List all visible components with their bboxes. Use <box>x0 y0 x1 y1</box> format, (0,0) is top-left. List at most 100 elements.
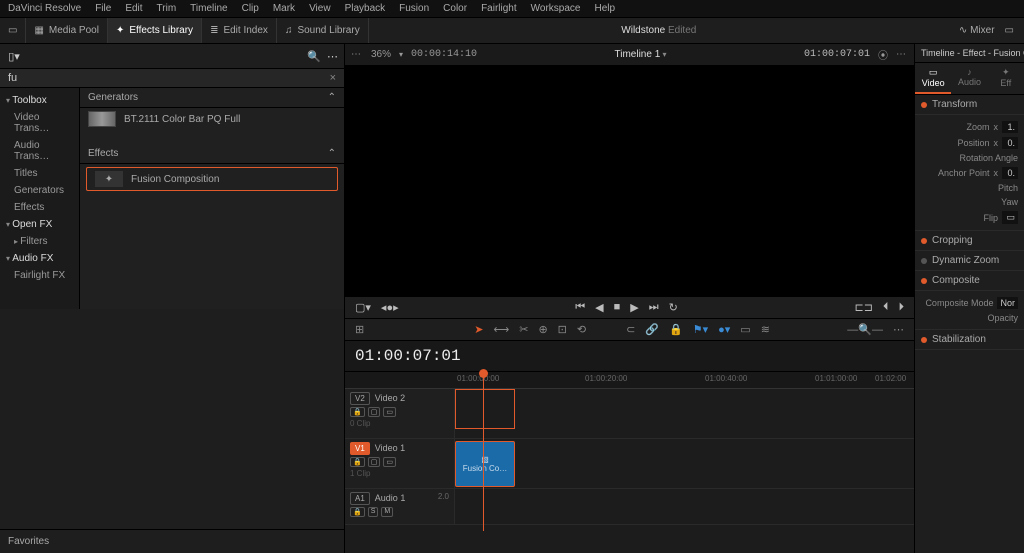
fusion-composition-item[interactable]: ✦ Fusion Composition <box>86 167 338 191</box>
track-lock-icon[interactable]: 🔒 <box>350 507 365 517</box>
in-out-icon[interactable]: ⊏⊐ <box>855 301 873 314</box>
timeline-selector[interactable]: Timeline 1 <box>615 49 667 60</box>
menu-item[interactable]: Workspace <box>531 3 581 14</box>
mark-in-button[interactable]: ⏴ <box>883 301 889 314</box>
flag-icon[interactable]: ⚑▾ <box>693 323 708 336</box>
search-icon[interactable]: 🔍 <box>307 50 321 63</box>
composite-mode[interactable]: Nor <box>997 297 1018 309</box>
menu-bar[interactable]: DaVinci Resolve File Edit Trim Timeline … <box>0 0 1024 18</box>
menu-item[interactable]: Fairlight <box>481 3 517 14</box>
generators-header[interactable]: Generators⌃ <box>80 88 344 108</box>
transform-section[interactable]: Transform <box>915 95 1024 115</box>
mark-out-button[interactable]: ⏵ <box>898 301 904 314</box>
loop-button[interactable]: ↻ <box>669 301 678 314</box>
tree-audiofx[interactable]: Audio FX <box>0 250 79 267</box>
tab-audio[interactable]: ♪Audio <box>951 63 987 94</box>
tab-video[interactable]: ▭Video <box>915 63 951 94</box>
menu-item[interactable]: Help <box>594 3 615 14</box>
program-viewer[interactable] <box>345 66 914 296</box>
viewer-more-icon[interactable]: ⋯ <box>896 49 908 60</box>
viewer-mode-icon[interactable]: ▢▾ <box>355 301 371 314</box>
link-icon[interactable]: 🔗 <box>645 323 659 336</box>
effects-search-input[interactable] <box>8 72 330 84</box>
first-frame-button[interactable]: ⏮ <box>575 301 585 314</box>
track-toggle-icon[interactable]: ▢ <box>368 457 381 467</box>
panel-menu-icon[interactable]: ▯▾ <box>6 48 22 64</box>
sound-library-button[interactable]: ♫Sound Library <box>277 18 369 43</box>
mixer-button[interactable]: ∿ Mixer <box>959 25 995 36</box>
tree-openfx[interactable]: Open FX <box>0 216 79 233</box>
panel-toggle[interactable]: ▭ <box>0 18 26 43</box>
play-button[interactable]: ▶ <box>630 301 638 314</box>
mute-button[interactable]: M <box>381 507 393 517</box>
favorites-section[interactable]: Favorites <box>0 529 344 553</box>
zoom-slider-icon[interactable]: —🔍— <box>847 323 883 336</box>
selection-tool[interactable]: ➤ <box>474 323 483 336</box>
inspector-toggle[interactable]: ▭ <box>1005 25 1014 36</box>
tree-item[interactable]: Effects <box>0 199 79 216</box>
tree-item[interactable]: Video Trans… <box>0 109 79 137</box>
playhead[interactable] <box>483 371 484 531</box>
media-pool-button[interactable]: ▦Media Pool <box>26 18 107 43</box>
solo-button[interactable]: S <box>368 507 379 517</box>
track-toggle-icon[interactable]: ▭ <box>383 407 396 417</box>
tool-icon[interactable]: ≋ <box>761 323 770 336</box>
track-toggle-icon[interactable]: ▢ <box>368 407 381 417</box>
timeline-timecode[interactable]: 01:00:07:01 <box>355 347 461 365</box>
track-lock-icon[interactable]: 🔒 <box>350 457 365 467</box>
overwrite-tool[interactable]: ⊡ <box>558 323 567 336</box>
stop-button[interactable]: ■ <box>614 301 621 314</box>
viewer-options-icon[interactable]: ⋯ <box>351 49 363 60</box>
timeline-more-icon[interactable]: ⋯ <box>893 323 904 336</box>
edit-index-button[interactable]: ≣Edit Index <box>202 18 277 43</box>
track-v2[interactable]: V2Video 2 🔒▢▭ 0 Clip <box>345 389 914 439</box>
position-value[interactable]: 0. <box>1002 137 1018 149</box>
menu-item[interactable]: Timeline <box>190 3 227 14</box>
insert-tool[interactable]: ⊕ <box>538 323 547 336</box>
timeline-view-icon[interactable]: ⊞ <box>355 323 364 336</box>
time-ruler[interactable]: 01:00:00:00 01:00:20:00 01:00:40:00 01:0… <box>345 371 914 389</box>
tree-item[interactable]: Titles <box>0 165 79 182</box>
track-toggle-icon[interactable]: ▭ <box>383 457 396 467</box>
tree-toolbox[interactable]: Toolbox <box>0 92 79 109</box>
tree-fairlight[interactable]: Fairlight FX <box>0 267 79 284</box>
matchframe-icon[interactable]: ◂●▸ <box>381 301 399 314</box>
blade-tool[interactable]: ✂ <box>519 323 528 336</box>
clear-search-icon[interactable]: × <box>330 72 336 84</box>
zoom-value[interactable]: 1. <box>1002 121 1018 133</box>
prev-frame-button[interactable]: ◀ <box>595 301 603 314</box>
track-lock-icon[interactable]: 🔒 <box>350 407 365 417</box>
flip-button[interactable]: ▭ <box>1002 211 1018 224</box>
dynamic-zoom-section[interactable]: Dynamic Zoom <box>915 251 1024 271</box>
composite-section[interactable]: Composite <box>915 271 1024 291</box>
marker-icon[interactable]: ●▾ <box>718 323 730 336</box>
effects-header[interactable]: Effects⌃ <box>80 144 344 164</box>
effects-search-upper[interactable] <box>28 50 301 62</box>
menu-item[interactable]: Mark <box>273 3 295 14</box>
fusion-clip[interactable]: ▧ Fusion Co… <box>455 441 515 487</box>
more-icon[interactable]: ⋯ <box>327 50 338 63</box>
anchor-value[interactable]: 0. <box>1002 167 1018 179</box>
snap-icon[interactable]: ⊂ <box>626 323 635 336</box>
lock-icon[interactable]: 🔒 <box>669 323 683 336</box>
menu-item[interactable]: Playback <box>345 3 386 14</box>
trim-tool[interactable]: ⟷ <box>493 323 509 336</box>
menu-item[interactable]: Edit <box>125 3 142 14</box>
replace-tool[interactable]: ⟲ <box>577 323 586 336</box>
timeline[interactable]: 01:00:00:00 01:00:20:00 01:00:40:00 01:0… <box>345 371 914 553</box>
tree-filters[interactable]: Filters <box>0 233 79 250</box>
tool-icon[interactable]: ▭ <box>740 323 750 336</box>
viewer-zoom[interactable]: 36% <box>371 49 391 60</box>
menu-item[interactable]: Fusion <box>399 3 429 14</box>
stabilization-section[interactable]: Stabilization <box>915 330 1024 350</box>
menu-item[interactable]: Color <box>443 3 467 14</box>
track-a1[interactable]: A1Audio 1 2.0 🔒SM <box>345 489 914 525</box>
menu-item[interactable]: File <box>95 3 111 14</box>
cropping-section[interactable]: Cropping <box>915 231 1024 251</box>
menu-item[interactable]: Clip <box>242 3 259 14</box>
menu-item[interactable]: View <box>309 3 331 14</box>
bypass-icon[interactable]: ⦿ <box>878 47 888 62</box>
effects-library-button[interactable]: ✦Effects Library <box>108 18 202 43</box>
tree-item[interactable]: Audio Trans… <box>0 137 79 165</box>
tree-item[interactable]: Generators <box>0 182 79 199</box>
